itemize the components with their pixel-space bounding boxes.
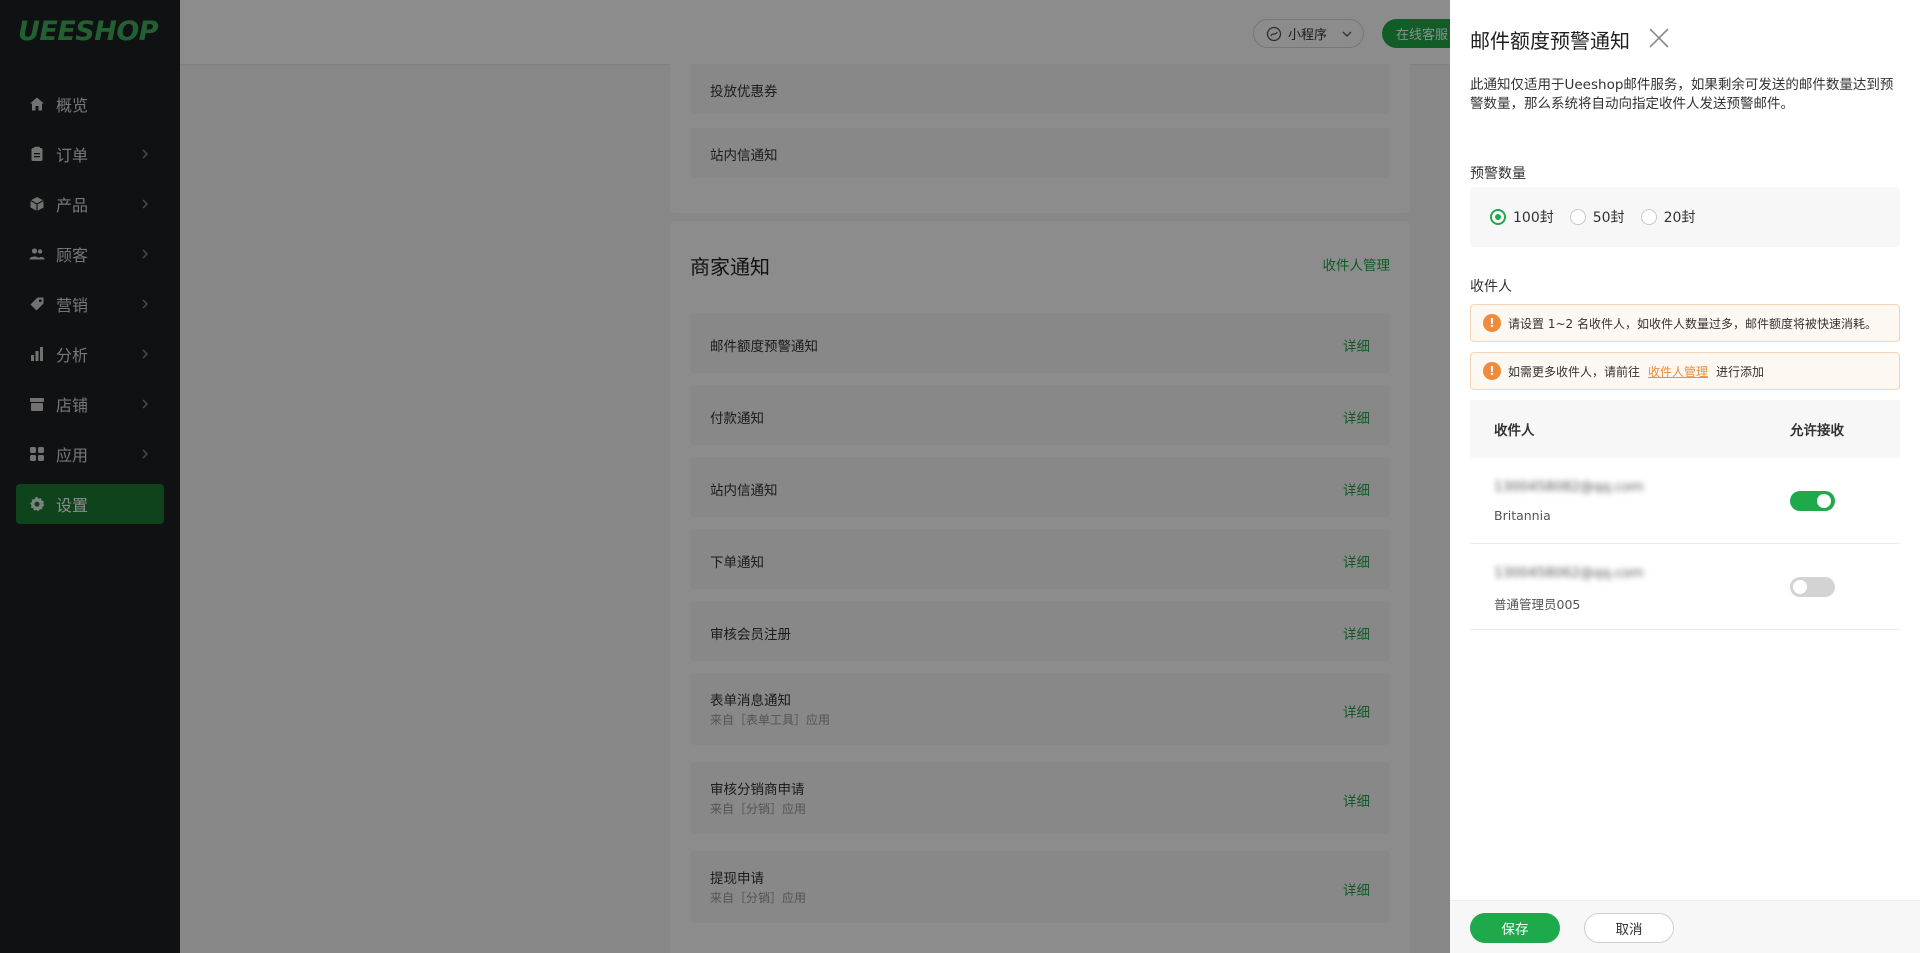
recipient-email: 1300458062@qq.com <box>1494 565 1644 581</box>
column-header-recipient: 收件人 <box>1494 423 1535 439</box>
recipient-name: Britannia <box>1494 508 1551 523</box>
recipient-name: 普通管理员005 <box>1494 597 1581 612</box>
save-button[interactable]: 保存 <box>1470 913 1560 943</box>
more-recipients-alert: ! 如需更多收件人，请前往 收件人管理 进行添加 <box>1470 352 1900 390</box>
allow-receive-toggle[interactable] <box>1790 577 1835 597</box>
table-row: 1300458062@qq.com 普通管理员005 <box>1470 544 1900 630</box>
drawer-footer: 保存 取消 <box>1450 900 1920 953</box>
radio-dot <box>1490 209 1506 225</box>
column-header-allow: 允许接收 <box>1790 423 1844 439</box>
threshold-radio-group: 100封 50封 20封 <box>1470 187 1900 247</box>
radio-20[interactable]: 20封 <box>1640 207 1696 227</box>
alert-text-suffix: 进行添加 <box>1716 364 1765 379</box>
radio-label: 100封 <box>1513 210 1554 226</box>
toggle-knob <box>1817 494 1831 508</box>
notification-settings-drawer: 邮件额度预警通知 此通知仅适用于Ueeshop邮件服务，如果剩余可发送的邮件数量… <box>1450 0 1920 953</box>
radio-50[interactable]: 50封 <box>1569 207 1625 227</box>
recipient-email: 1300458082@qq.com <box>1494 479 1644 495</box>
alert-text: 如需更多收件人，请前往 <box>1508 364 1641 379</box>
recipient-limit-alert: ! 请设置 1~2 名收件人，如收件人数量过多，邮件额度将被快速消耗。 <box>1470 304 1900 342</box>
cancel-button[interactable]: 取消 <box>1584 913 1674 943</box>
radio-100[interactable]: 100封 <box>1490 207 1554 227</box>
table-header: 收件人 允许接收 <box>1470 400 1900 458</box>
radio-label: 50封 <box>1592 210 1625 226</box>
toggle-knob <box>1793 580 1807 594</box>
radio-label: 20封 <box>1663 210 1696 226</box>
close-icon[interactable] <box>1646 25 1672 51</box>
table-row: 1300458082@qq.com Britannia <box>1470 458 1900 544</box>
warning-icon: ! <box>1483 314 1501 332</box>
drawer-description: 此通知仅适用于Ueeshop邮件服务，如果剩余可发送的邮件数量达到预警数量，那么… <box>1470 77 1894 112</box>
threshold-label: 预警数量 <box>1470 166 1526 182</box>
warning-icon: ! <box>1483 362 1501 380</box>
alert-text: 请设置 1~2 名收件人，如收件人数量过多，邮件额度将被快速消耗。 <box>1508 316 1877 331</box>
modal-overlay[interactable] <box>0 0 1450 953</box>
drawer-title: 邮件额度预警通知 <box>1470 29 1630 53</box>
allow-receive-toggle[interactable] <box>1790 491 1835 511</box>
radio-dot <box>1569 209 1586 225</box>
recipient-table: 收件人 允许接收 1300458082@qq.com Britannia 130… <box>1470 400 1900 630</box>
recipients-label: 收件人 <box>1470 279 1512 295</box>
radio-dot <box>1640 209 1657 225</box>
recipient-management-link[interactable]: 收件人管理 <box>1648 363 1708 380</box>
